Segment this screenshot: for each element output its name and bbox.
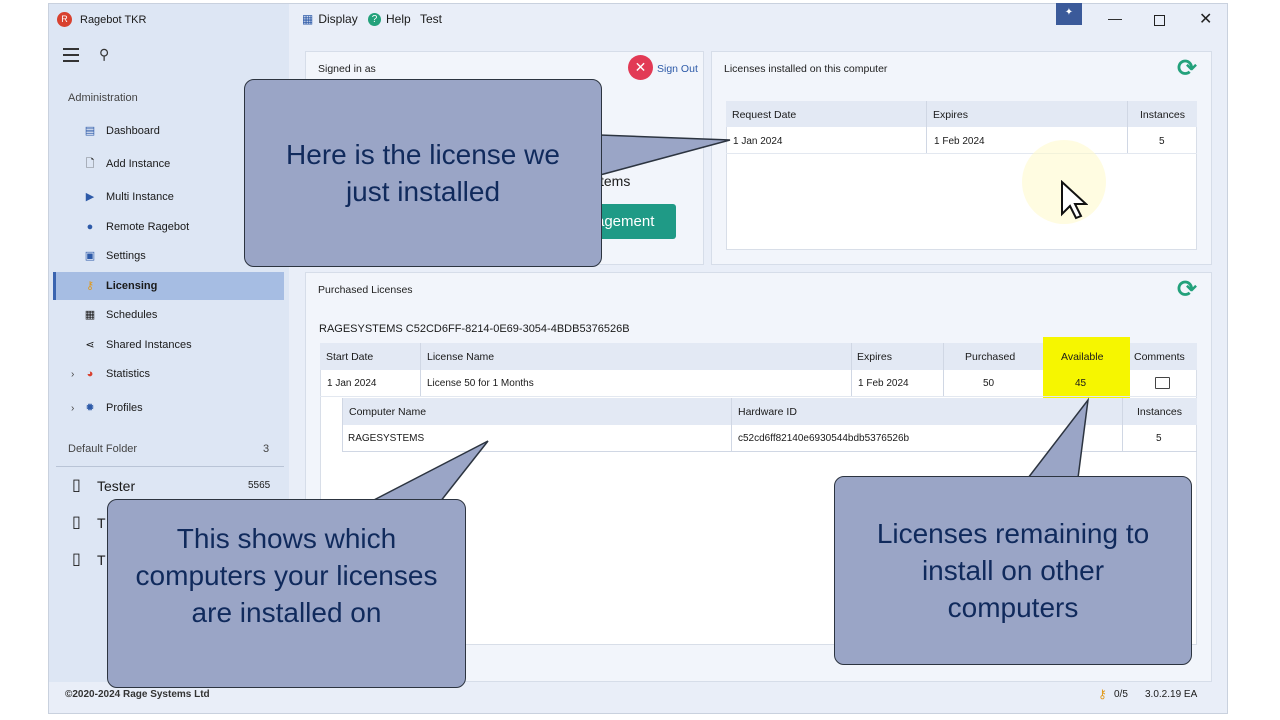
- mouse-cursor-icon: [1061, 180, 1088, 220]
- callout-computers: This shows which computers your licenses…: [107, 499, 466, 688]
- callout-installed: Here is the license we just installed: [244, 79, 602, 267]
- callout-pointer: [599, 134, 731, 176]
- callout-remaining: Licenses remaining to install on other c…: [834, 476, 1192, 665]
- callout-pointer: [1026, 397, 1090, 479]
- callout-pointer: [369, 440, 489, 503]
